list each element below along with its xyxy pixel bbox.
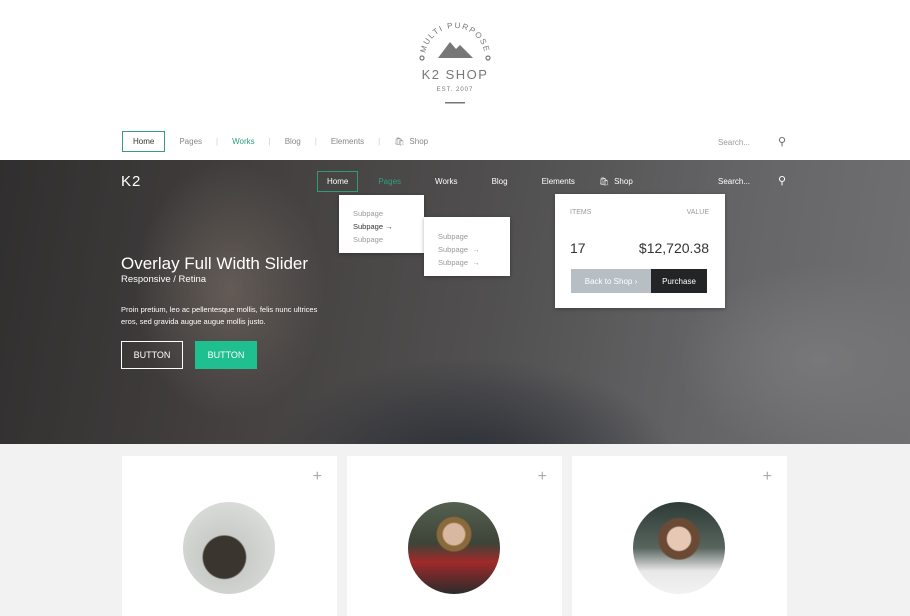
cart-dropdown: ITEMS VALUE 17 $12,720.38 Back to Shop ›… (555, 194, 725, 308)
brand[interactable]: K2 (121, 173, 141, 190)
nav-elements[interactable]: Elements (331, 137, 364, 146)
nav-blog[interactable]: Blog (285, 137, 301, 146)
shopping-bag-icon: 🛍 (394, 137, 405, 146)
team-card: + (122, 456, 337, 616)
plus-icon[interactable]: + (313, 468, 322, 486)
nav-pages[interactable]: Pages (378, 177, 401, 186)
nav-works[interactable]: Works (435, 177, 458, 186)
overlay-nav: Home Pages Works Blog Elements 🛍 Shop (317, 171, 633, 192)
nav-works[interactable]: Works (232, 137, 255, 146)
shopping-bag-icon: 🛍 (598, 177, 610, 186)
pages-dropdown: Subpage Subpage → Subpage (339, 195, 424, 253)
main-nav: Home Pages | Works | Blog | Elements | 🛍 Shop (122, 131, 428, 152)
menu-item[interactable]: Subpage (438, 245, 468, 254)
nav-pages[interactable]: Pages (179, 137, 202, 146)
logo[interactable]: MULTI PURPOSE K2 SHOP EST. 2007 (405, 18, 505, 108)
items-label: ITEMS (570, 209, 592, 216)
nav-elements[interactable]: Elements (542, 177, 575, 186)
cart-value: $12,720.38 (638, 240, 709, 256)
plus-icon[interactable]: + (763, 468, 772, 486)
slider-text: Proin pretium, leo ac pellentesque molli… (121, 305, 318, 326)
team-card: + (347, 456, 562, 616)
menu-item[interactable]: Subpage (353, 235, 410, 244)
items-count: 17 (570, 240, 586, 256)
outline-button[interactable]: BUTTON (121, 341, 183, 369)
search-input[interactable]: Search... (718, 177, 750, 186)
value-label: VALUE (686, 209, 709, 216)
header: MULTI PURPOSE K2 SHOP EST. 2007 Home Pag… (0, 0, 910, 160)
avatar (183, 502, 275, 594)
back-to-shop-button[interactable]: Back to Shop › (571, 269, 651, 293)
slider-title: Overlay Full Width Slider (121, 254, 309, 273)
nav-blog[interactable]: Blog (492, 177, 508, 186)
mountain-logo-icon: MULTI PURPOSE (418, 21, 491, 104)
menu-item[interactable]: Subpage (438, 232, 496, 241)
search-icon[interactable]: ⚲ (778, 174, 786, 187)
nav-shop[interactable]: Shop (614, 177, 633, 186)
menu-item[interactable]: Subpage (438, 258, 468, 267)
hero-slider: K2 Home Pages Works Blog Elements 🛍 Shop … (0, 160, 910, 444)
purchase-button[interactable]: Purchase (651, 269, 707, 293)
menu-item[interactable]: Subpage (353, 209, 410, 218)
avatar (633, 502, 725, 594)
team-card: + (572, 456, 787, 616)
plus-icon[interactable]: + (538, 468, 547, 486)
avatar (408, 502, 500, 594)
nav-home[interactable]: Home (122, 131, 166, 152)
search-icon[interactable]: ⚲ (778, 135, 786, 148)
slider-subtitle: Responsive / Retina (121, 274, 207, 285)
logo-name: K2 SHOP (421, 67, 489, 82)
logo-est: EST. 2007 (436, 87, 474, 93)
nav-home[interactable]: Home (317, 171, 359, 192)
search-input[interactable]: Search... (718, 138, 750, 147)
nav-shop[interactable]: Shop (409, 137, 428, 146)
menu-item[interactable]: Subpage (353, 222, 383, 231)
accent-button[interactable]: BUTTON (195, 341, 257, 369)
sub-dropdown: Subpage Subpage → Subpage → (424, 217, 510, 276)
